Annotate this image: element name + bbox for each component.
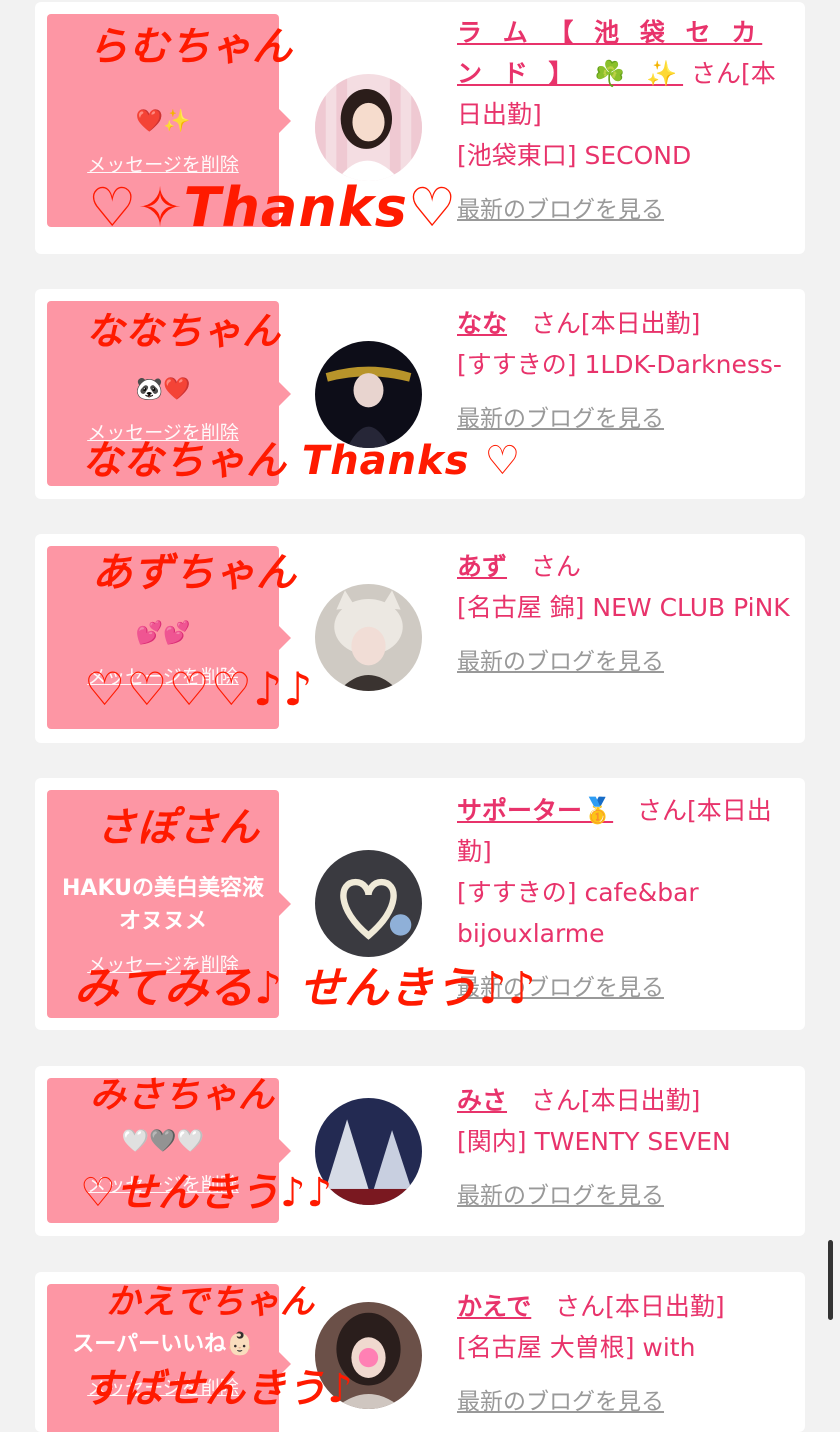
avatar-photo-icon	[315, 341, 422, 448]
message-bubble: 💕💕 メッセージを削除	[47, 546, 291, 729]
delete-message-link[interactable]: メッセージを削除	[87, 150, 239, 177]
avatar[interactable]	[315, 74, 422, 181]
shop-name: [すすきの] 1LDK-Darkness-	[457, 350, 782, 379]
avatar-photo-icon	[315, 74, 422, 181]
shop-name: [名古屋 大曽根] with	[457, 1333, 696, 1362]
avatar[interactable]	[315, 1098, 422, 1205]
delete-message-link[interactable]: メッセージを削除	[87, 950, 239, 977]
scrollbar[interactable]	[828, 1240, 833, 1320]
message-text: 🐼❤️	[135, 376, 191, 402]
cast-info: サポーター🥇 さん[本日出勤] [すすきの] cafe&bar bijouxla…	[457, 790, 793, 1009]
message-text: ❤️✨	[135, 108, 191, 134]
delete-message-link[interactable]: メッセージを削除	[87, 418, 239, 445]
blog-link[interactable]: 最新のブログを見る	[457, 1382, 664, 1423]
cast-status: さん[本日出勤]	[555, 1292, 725, 1321]
cast-name-link[interactable]: なな	[457, 309, 507, 338]
message-card: 💕💕 メッセージを削除 あず さん [名古屋 錦] NEW CLUB PiNK …	[35, 534, 805, 743]
blog-link[interactable]: 最新のブログを見る	[457, 190, 664, 231]
cast-name-link[interactable]: かえで	[457, 1292, 531, 1321]
delete-message-link[interactable]: メッセージを削除	[87, 662, 239, 689]
delete-message-link[interactable]: メッセージを削除	[87, 1170, 239, 1197]
cast-info: なな さん[本日出勤] [すすきの] 1LDK-Darkness- 最新のブログ…	[457, 303, 793, 440]
message-text: スーパーいいね👶🏻	[72, 1332, 254, 1357]
cast-info: あず さん [名古屋 錦] NEW CLUB PiNK 最新のブログを見る	[457, 546, 793, 683]
avatar-photo-icon	[315, 584, 422, 691]
cast-name-link[interactable]: あず	[457, 552, 507, 581]
avatar[interactable]	[315, 341, 422, 448]
message-card: HAKUの美白美容液オヌヌメ メッセージを削除 サポーター🥇 さん[本日出勤] …	[35, 778, 805, 1030]
cast-status: さん[本日出勤]	[530, 1086, 701, 1115]
cast-status: さん[本日出勤]	[530, 309, 701, 338]
avatar-photo-icon	[315, 850, 422, 957]
shop-name: [名古屋 錦] NEW CLUB PiNK	[457, 593, 790, 622]
message-text: 🤍🩶🤍	[121, 1128, 205, 1154]
avatar[interactable]	[315, 584, 422, 691]
message-card: 🤍🩶🤍 メッセージを削除 みさ さん[本日出勤] [関内] TWENTY SEV…	[35, 1066, 805, 1236]
avatar[interactable]	[315, 1302, 422, 1409]
message-card: スーパーいいね👶🏻 メッセージを削除 かえで さん[本日出勤] [名古屋 大曽根…	[35, 1272, 805, 1432]
avatar-photo-icon	[315, 1098, 422, 1205]
cast-info: ラ ム 【 池 袋 セ カ ン ド 】 ☘️ ✨ さん[本日出勤] [池袋東口]…	[457, 12, 793, 231]
cast-info: みさ さん[本日出勤] [関内] TWENTY SEVEN 最新のブログを見る	[457, 1080, 793, 1217]
avatar[interactable]	[315, 850, 422, 957]
blog-link[interactable]: 最新のブログを見る	[457, 642, 664, 683]
message-text: HAKUの美白美容液オヌヌメ	[62, 875, 264, 934]
cast-info: かえで さん[本日出勤] [名古屋 大曽根] with 最新のブログを見る	[457, 1286, 793, 1423]
delete-message-link[interactable]: メッセージを削除	[87, 1373, 239, 1400]
cast-name-link[interactable]: サポーター🥇	[457, 796, 613, 825]
blog-link[interactable]: 最新のブログを見る	[457, 1176, 664, 1217]
avatar-photo-icon	[315, 1302, 422, 1409]
message-text: 💕💕	[135, 620, 191, 646]
shop-name: [池袋東口] SECOND	[457, 141, 692, 170]
message-card: 🐼❤️ メッセージを削除 なな さん[本日出勤] [すすきの] 1LDK-Dar…	[35, 289, 805, 499]
blog-link[interactable]: 最新のブログを見る	[457, 968, 664, 1009]
shop-name: [関内] TWENTY SEVEN	[457, 1127, 731, 1156]
message-bubble: 🐼❤️ メッセージを削除	[47, 301, 291, 486]
message-bubble: HAKUの美白美容液オヌヌメ メッセージを削除	[47, 790, 291, 1018]
message-bubble: スーパーいいね👶🏻 メッセージを削除	[47, 1284, 291, 1432]
message-card: ❤️✨ メッセージを削除 ラ ム 【 池 袋 セ カ ン ド 】 ☘️ ✨ さん…	[35, 2, 805, 254]
message-bubble: ❤️✨ メッセージを削除	[47, 14, 291, 227]
cast-status: さん	[530, 552, 581, 581]
blog-link[interactable]: 最新のブログを見る	[457, 399, 664, 440]
message-bubble: 🤍🩶🤍 メッセージを削除	[47, 1078, 291, 1223]
shop-name: [すすきの] cafe&bar bijouxlarme	[457, 878, 699, 948]
cast-name-link[interactable]: みさ	[457, 1086, 507, 1115]
